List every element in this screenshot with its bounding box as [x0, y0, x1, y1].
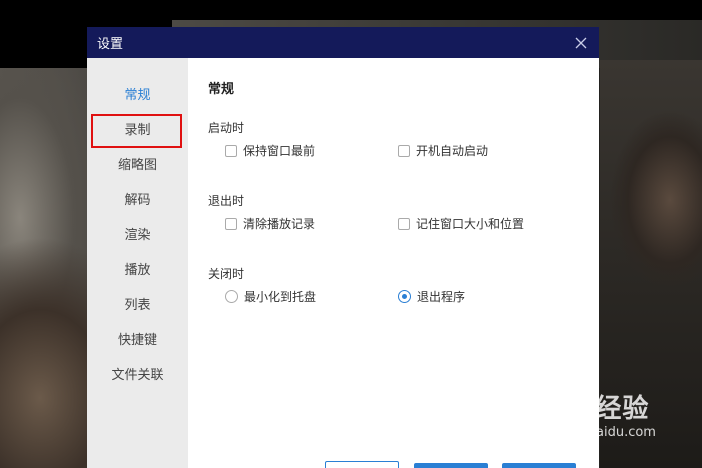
footer-button-outline[interactable] — [325, 461, 399, 468]
option-keep-on-top[interactable]: 保持窗口最前 — [208, 142, 398, 159]
options-row-startup: 保持窗口最前 开机自动启动 — [208, 142, 599, 159]
footer-button-primary-2[interactable] — [502, 463, 576, 468]
keep-on-top-checkbox[interactable] — [225, 144, 237, 157]
settings-dialog: 设置 常规 录制 缩略图 解码 渲染 播放 列表 快捷键 文件关联 常规 启动时 — [87, 27, 599, 468]
sidebar-item-label: 文件关联 — [111, 368, 164, 383]
options-row-exit: 清除播放记录 记住窗口大小和位置 — [208, 215, 599, 232]
sidebar-item-list[interactable]: 列表 — [87, 288, 188, 323]
close-icon — [575, 37, 587, 48]
group-label-startup: 启动时 — [208, 121, 245, 135]
group-label-exit: 退出时 — [208, 194, 245, 208]
settings-content: 常规 启动时 保持窗口最前 开机自动启动 退出时 清除播放记录 记住窗口大小和位… — [188, 58, 599, 468]
sidebar-item-render[interactable]: 渲染 — [87, 218, 188, 253]
sidebar-item-general[interactable]: 常规 — [87, 78, 188, 113]
sidebar-item-thumbnail[interactable]: 缩略图 — [87, 148, 188, 183]
option-label: 清除播放记录 — [243, 217, 316, 231]
option-label: 退出程序 — [417, 290, 466, 304]
sidebar-item-label: 快捷键 — [117, 333, 157, 348]
group-label-close: 关闭时 — [208, 267, 245, 281]
minimize-to-tray-radio[interactable] — [225, 290, 238, 303]
option-label: 开机自动启动 — [416, 144, 489, 158]
exit-program-radio[interactable] — [398, 290, 411, 303]
auto-start-checkbox[interactable] — [398, 144, 410, 157]
sidebar-item-label: 播放 — [124, 263, 151, 278]
section-title: 常规 — [208, 82, 235, 97]
dialog-titlebar: 设置 — [87, 27, 599, 58]
sidebar-item-label: 解码 — [124, 193, 151, 208]
option-label: 记住窗口大小和位置 — [416, 217, 525, 231]
option-auto-start[interactable]: 开机自动启动 — [398, 142, 488, 159]
remember-window-checkbox[interactable] — [398, 217, 410, 230]
option-minimize-to-tray[interactable]: 最小化到托盘 — [208, 288, 398, 305]
sidebar-item-record[interactable]: 录制 — [87, 113, 188, 148]
option-exit-program[interactable]: 退出程序 — [398, 288, 465, 305]
sidebar-item-label: 缩略图 — [117, 158, 157, 173]
footer-button-primary[interactable] — [414, 463, 488, 468]
clear-history-checkbox[interactable] — [225, 217, 237, 230]
video-frame-person — [600, 60, 702, 468]
close-button[interactable] — [573, 35, 589, 51]
settings-sidebar: 常规 录制 缩略图 解码 渲染 播放 列表 快捷键 文件关联 — [87, 58, 188, 468]
sidebar-item-label: 录制 — [124, 123, 151, 138]
sidebar-item-label: 渲染 — [124, 228, 151, 243]
sidebar-item-playback[interactable]: 播放 — [87, 253, 188, 288]
option-label: 保持窗口最前 — [243, 144, 316, 158]
option-clear-history[interactable]: 清除播放记录 — [208, 215, 398, 232]
sidebar-item-decode[interactable]: 解码 — [87, 183, 188, 218]
sidebar-item-file-association[interactable]: 文件关联 — [87, 358, 188, 393]
options-row-close: 最小化到托盘 退出程序 — [208, 288, 599, 305]
sidebar-item-hotkeys[interactable]: 快捷键 — [87, 323, 188, 358]
sidebar-item-label: 常规 — [124, 88, 151, 103]
sidebar-item-label: 列表 — [124, 298, 151, 313]
option-label: 最小化到托盘 — [244, 290, 317, 304]
option-remember-window[interactable]: 记住窗口大小和位置 — [398, 215, 524, 232]
dialog-title: 设置 — [97, 37, 124, 52]
